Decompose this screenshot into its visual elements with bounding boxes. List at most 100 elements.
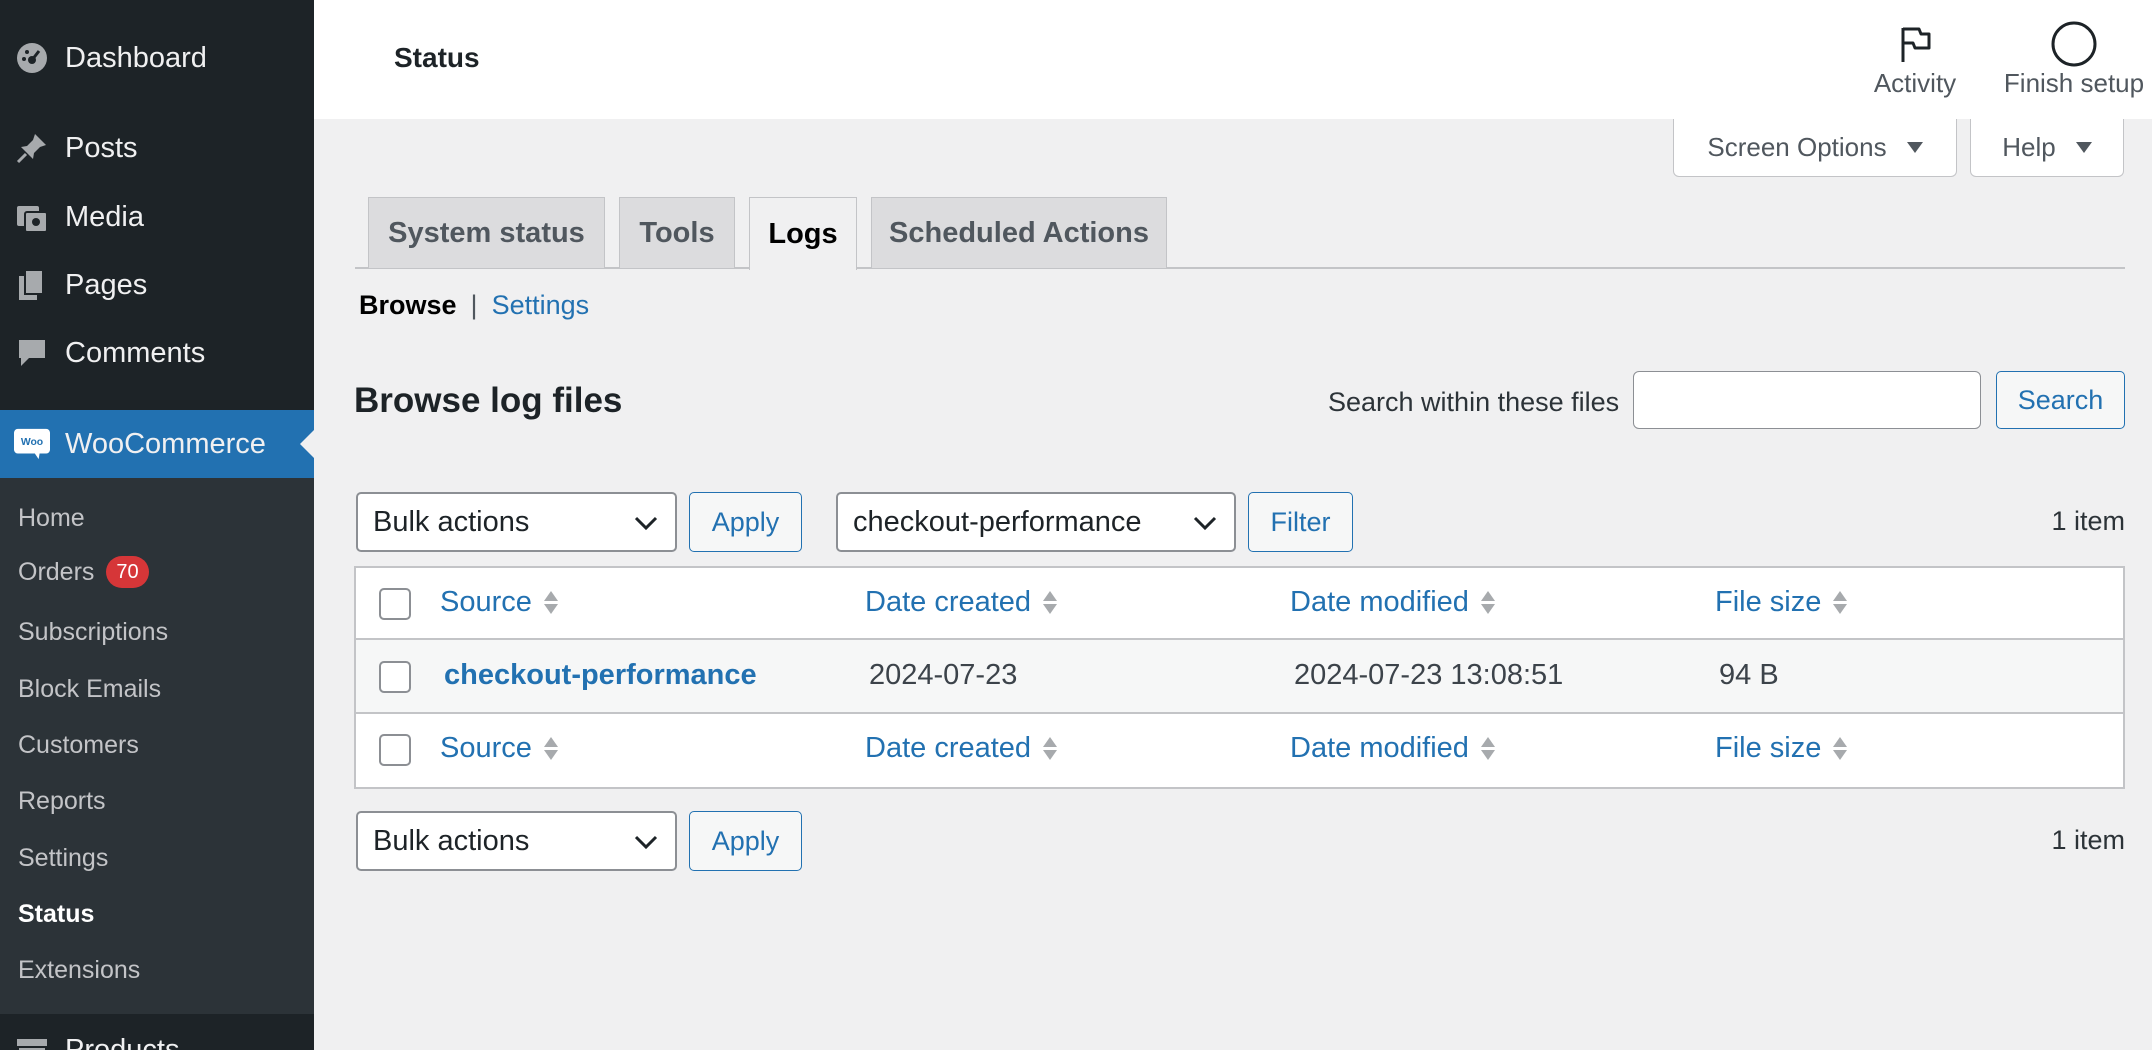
comment-icon <box>14 335 50 371</box>
column-footer-file-size[interactable]: File size <box>1715 732 1848 765</box>
caret-down-icon <box>1906 142 1923 153</box>
column-header-label: Date modified <box>1290 732 1469 764</box>
apply-button-bottom[interactable]: Apply <box>689 811 802 871</box>
source-filter-select[interactable]: checkout-performance <box>836 492 1236 552</box>
archive-icon <box>14 1032 50 1050</box>
help-label: Help <box>2002 132 2056 162</box>
sidebar-item-products[interactable]: Products <box>0 1020 314 1050</box>
column-header-date-modified[interactable]: Date modified <box>1290 586 1495 619</box>
sort-icon <box>1043 591 1058 614</box>
submenu-label: Subscriptions <box>18 618 169 646</box>
caret-down-icon <box>2075 142 2092 153</box>
submenu-item-orders[interactable]: Orders 70 <box>18 556 149 588</box>
tab-scheduled-actions[interactable]: Scheduled Actions <box>871 197 1167 268</box>
section-heading: Browse log files <box>354 381 623 420</box>
submenu-item-subscriptions[interactable]: Subscriptions <box>18 618 168 647</box>
help-button[interactable]: Help <box>1970 119 2124 177</box>
bulk-actions-select-top[interactable]: Bulk actions <box>356 492 677 552</box>
sidebar-item-pages[interactable]: Pages <box>0 255 314 315</box>
search-label: Search within these files <box>1328 387 1620 417</box>
row-checkbox[interactable] <box>379 661 411 693</box>
select-all-checkbox-footer[interactable] <box>379 734 411 766</box>
submenu-item-block-emails[interactable]: Block Emails <box>18 675 161 704</box>
submenu-item-reports[interactable]: Reports <box>18 787 106 816</box>
media-icon <box>14 199 50 235</box>
pages-icon <box>14 267 50 303</box>
sidebar-item-label: Pages <box>65 268 148 301</box>
bulk-actions-value: Bulk actions <box>373 505 530 538</box>
column-header-file-size[interactable]: File size <box>1715 586 1848 619</box>
sidebar-item-woocommerce[interactable]: Woo WooCommerce <box>0 410 314 478</box>
flag-icon <box>1855 20 1975 68</box>
log-source-link[interactable]: checkout-performance <box>444 659 757 692</box>
submenu-label: Extensions <box>18 956 141 984</box>
column-header-source[interactable]: Source <box>440 586 558 619</box>
filter-button[interactable]: Filter <box>1248 492 1353 552</box>
svg-text:Woo: Woo <box>21 437 43 448</box>
current-menu-arrow <box>300 430 314 458</box>
sort-icon <box>1480 591 1495 614</box>
sort-icon <box>1480 737 1495 760</box>
sidebar-item-label: WooCommerce <box>65 427 266 460</box>
select-all-checkbox[interactable] <box>379 588 411 620</box>
column-footer-source[interactable]: Source <box>440 732 558 765</box>
table-footer-row: Source Date created Date modified File s… <box>356 714 2123 787</box>
sidebar-item-media[interactable]: Media <box>0 187 314 247</box>
tab-system-status[interactable]: System status <box>368 197 605 268</box>
sidebar-item-label: Media <box>65 200 144 233</box>
table-header-row: Source Date created Date modified File s… <box>356 568 2123 640</box>
submenu-label: Reports <box>18 787 106 815</box>
subnav-browse[interactable]: Browse <box>359 290 457 321</box>
submenu-item-status[interactable]: Status <box>18 900 94 929</box>
items-count-bottom: 1 item <box>2051 825 2125 855</box>
sidebar-item-label: Dashboard <box>65 41 207 74</box>
sidebar-item-posts[interactable]: Posts <box>0 118 314 178</box>
submenu-label: Block Emails <box>18 675 162 703</box>
cell-date-modified: 2024-07-23 13:08:51 <box>1294 659 1564 691</box>
sort-icon <box>1043 737 1058 760</box>
column-header-label: Date modified <box>1290 586 1469 618</box>
page-title: Status <box>394 42 480 73</box>
sidebar-item-label: Products <box>65 1033 180 1050</box>
sort-icon <box>1833 737 1848 760</box>
column-header-label: Date created <box>865 586 1032 618</box>
sidebar-item-comments[interactable]: Comments <box>0 323 314 383</box>
column-header-label: Source <box>440 586 532 618</box>
screen-options-button[interactable]: Screen Options <box>1673 119 1957 177</box>
column-footer-date-created[interactable]: Date created <box>865 732 1058 765</box>
finish-setup-label: Finish setup <box>2003 68 2145 98</box>
submenu-item-extensions[interactable]: Extensions <box>18 956 140 985</box>
subnav-settings-link[interactable]: Settings <box>492 290 590 321</box>
bulk-actions-value: Bulk actions <box>373 824 530 857</box>
column-header-label: Date created <box>865 732 1032 764</box>
activity-button[interactable]: Activity <box>1855 20 1975 99</box>
search-input[interactable] <box>1633 371 1981 429</box>
subnav-separator: | <box>470 290 478 320</box>
chevron-down-icon <box>634 835 658 850</box>
tab-tools[interactable]: Tools <box>619 197 735 268</box>
orders-count-badge: 70 <box>106 556 149 588</box>
woocommerce-submenu: Home Orders 70 Subscriptions Block Emails… <box>0 478 314 1014</box>
submenu-item-home[interactable]: Home <box>18 504 85 533</box>
sidebar-item-dashboard[interactable]: Dashboard <box>0 28 314 88</box>
progress-ring-icon <box>1994 20 2152 68</box>
cell-file-size: 94 B <box>1719 659 1779 691</box>
column-header-label: File size <box>1715 586 1822 618</box>
items-count-top: 1 item <box>2051 506 2125 536</box>
submenu-label: Orders <box>18 557 95 586</box>
column-footer-date-modified[interactable]: Date modified <box>1290 732 1495 765</box>
search-button[interactable]: Search <box>1996 371 2125 429</box>
screen-options-label: Screen Options <box>1707 132 1887 162</box>
logs-subnav: Browse | Settings <box>359 290 589 321</box>
activity-label: Activity <box>1873 68 1957 98</box>
woo-icon: Woo <box>14 426 50 462</box>
finish-setup-button[interactable]: Finish setup <box>1994 20 2152 99</box>
sort-icon <box>1833 591 1848 614</box>
submenu-item-customers[interactable]: Customers <box>18 731 139 760</box>
source-filter-value: checkout-performance <box>853 505 1142 538</box>
apply-button-top[interactable]: Apply <box>689 492 802 552</box>
submenu-item-settings[interactable]: Settings <box>18 844 108 873</box>
bulk-actions-select-bottom[interactable]: Bulk actions <box>356 811 677 871</box>
column-header-date-created[interactable]: Date created <box>865 586 1058 619</box>
tab-logs[interactable]: Logs <box>749 197 857 270</box>
